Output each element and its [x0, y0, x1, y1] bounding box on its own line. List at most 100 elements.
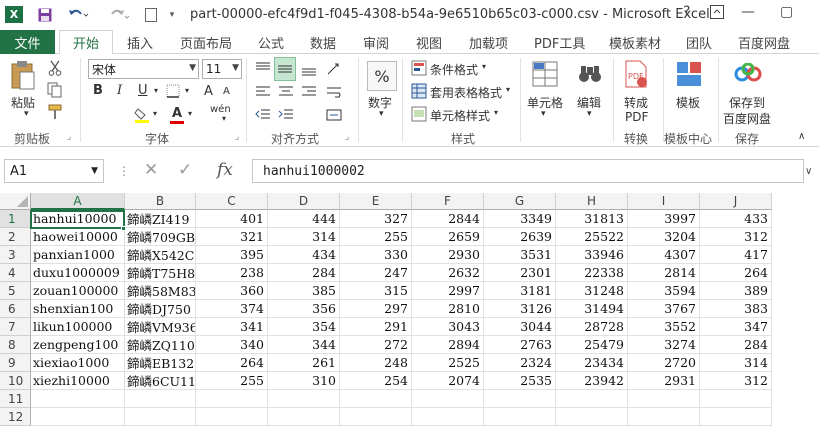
ribbon-display-icon[interactable]	[710, 5, 724, 23]
cell-a9[interactable]: xiexiao1000	[31, 354, 125, 372]
cell-a5[interactable]: zouan100000	[31, 282, 125, 300]
cell-c4[interactable]: 238	[196, 264, 268, 282]
column-header-e[interactable]: E	[340, 193, 412, 210]
tab-baidu-netdisk[interactable]: 百度网盘	[738, 30, 790, 54]
cell-h1[interactable]: 31813	[556, 210, 628, 228]
align-left-icon[interactable]	[252, 82, 274, 102]
row-header-9[interactable]: 9	[0, 354, 31, 372]
cell-h6[interactable]: 31494	[556, 300, 628, 318]
cell-f9[interactable]: 2525	[412, 354, 484, 372]
paste-icon[interactable]	[9, 60, 37, 90]
column-header-g[interactable]: G	[484, 193, 556, 210]
row-header-12[interactable]: 12	[0, 408, 31, 426]
cell-c7[interactable]: 341	[196, 318, 268, 336]
cell-f7[interactable]: 3043	[412, 318, 484, 336]
cell-b6[interactable]: 鍗嶙DJ750	[125, 300, 196, 318]
orientation-icon[interactable]	[323, 59, 345, 79]
binoculars-icon[interactable]	[575, 59, 605, 89]
column-header-d[interactable]: D	[268, 193, 340, 210]
cell-j9[interactable]: 314	[700, 354, 772, 372]
cell-c11[interactable]	[196, 390, 268, 408]
cell-f3[interactable]: 2930	[412, 246, 484, 264]
cell-g5[interactable]: 3181	[484, 282, 556, 300]
cell-j4[interactable]: 264	[700, 264, 772, 282]
cell-i6[interactable]: 3767	[628, 300, 700, 318]
conditional-format-icon[interactable]	[410, 59, 428, 77]
collapse-ribbon-icon[interactable]: ∧	[798, 131, 805, 142]
row-header-7[interactable]: 7	[0, 318, 31, 336]
alignment-launcher-icon[interactable]: ⌟	[345, 132, 349, 142]
tab-view[interactable]: 视图	[416, 30, 442, 54]
new-document-icon[interactable]	[143, 5, 159, 25]
cell-j8[interactable]: 284	[700, 336, 772, 354]
column-header-b[interactable]: B	[125, 193, 196, 210]
cell-g2[interactable]: 2639	[484, 228, 556, 246]
row-header-2[interactable]: 2	[0, 228, 31, 246]
number-dropdown-icon[interactable]: ▾	[379, 109, 384, 119]
font-shrink-button[interactable]: A	[223, 86, 230, 97]
cell-d8[interactable]: 344	[268, 336, 340, 354]
font-launcher-icon[interactable]: ⌟	[235, 132, 239, 142]
cell-i3[interactable]: 4307	[628, 246, 700, 264]
row-header-3[interactable]: 3	[0, 246, 31, 264]
cell-d10[interactable]: 310	[268, 372, 340, 390]
tab-data[interactable]: 数据	[310, 30, 336, 54]
cell-a10[interactable]: xiezhi10000	[31, 372, 125, 390]
cell-e10[interactable]: 254	[340, 372, 412, 390]
tab-team[interactable]: 团队	[686, 30, 712, 54]
cell-e8[interactable]: 272	[340, 336, 412, 354]
baidu-netdisk-icon[interactable]	[733, 59, 763, 89]
increase-indent-icon[interactable]	[275, 105, 297, 125]
row-header-10[interactable]: 10	[0, 372, 31, 390]
cell-f10[interactable]: 2074	[412, 372, 484, 390]
cell-a4[interactable]: duxu1000009	[31, 264, 125, 282]
cell-styles-icon[interactable]	[410, 105, 428, 123]
maximize-button[interactable]: ▢	[780, 4, 793, 20]
cell-b12[interactable]	[125, 408, 196, 426]
cell-i7[interactable]: 3552	[628, 318, 700, 336]
cell-d5[interactable]: 385	[268, 282, 340, 300]
cell-f2[interactable]: 2659	[412, 228, 484, 246]
column-header-c[interactable]: C	[196, 193, 268, 210]
cell-h4[interactable]: 22338	[556, 264, 628, 282]
confirm-icon[interactable]: ✓	[178, 160, 192, 180]
tab-page-layout[interactable]: 页面布局	[180, 30, 232, 54]
cell-h8[interactable]: 25479	[556, 336, 628, 354]
cell-i8[interactable]: 3274	[628, 336, 700, 354]
redo-icon[interactable]	[105, 5, 133, 25]
bold-button[interactable]: B	[93, 83, 103, 98]
cell-j12[interactable]	[700, 408, 772, 426]
cell-a3[interactable]: panxian1000	[31, 246, 125, 264]
cell-c12[interactable]	[196, 408, 268, 426]
insert-function-icon[interactable]: fx	[217, 160, 233, 180]
cell-f11[interactable]	[412, 390, 484, 408]
template-icon[interactable]	[674, 59, 704, 89]
decrease-indent-icon[interactable]	[252, 105, 274, 125]
cell-a6[interactable]: shenxian100	[31, 300, 125, 318]
cell-c6[interactable]: 374	[196, 300, 268, 318]
cell-b10[interactable]: 鍗嶙6CU11	[125, 372, 196, 390]
cells-dropdown-icon[interactable]: ▾	[541, 109, 546, 119]
wrap-text-icon[interactable]	[323, 82, 345, 102]
merge-center-icon[interactable]	[323, 105, 345, 125]
cell-f12[interactable]	[412, 408, 484, 426]
cell-d4[interactable]: 284	[268, 264, 340, 282]
cell-c2[interactable]: 321	[196, 228, 268, 246]
cell-d2[interactable]: 314	[268, 228, 340, 246]
cell-a2[interactable]: haowei10000	[31, 228, 125, 246]
cell-e11[interactable]	[340, 390, 412, 408]
cell-j6[interactable]: 383	[700, 300, 772, 318]
cell-e12[interactable]	[340, 408, 412, 426]
paste-button[interactable]: 粘贴	[11, 94, 35, 111]
cell-h2[interactable]: 25522	[556, 228, 628, 246]
row-header-5[interactable]: 5	[0, 282, 31, 300]
column-header-a[interactable]: A	[31, 193, 125, 210]
paste-dropdown-icon[interactable]: ▾	[24, 109, 29, 119]
cell-c9[interactable]: 264	[196, 354, 268, 372]
cell-h9[interactable]: 23434	[556, 354, 628, 372]
cell-e3[interactable]: 330	[340, 246, 412, 264]
align-bottom-icon[interactable]	[298, 59, 320, 79]
font-grow-button[interactable]: A	[204, 84, 213, 99]
cell-d6[interactable]: 356	[268, 300, 340, 318]
cell-b4[interactable]: 鍗嶙T75H8	[125, 264, 196, 282]
